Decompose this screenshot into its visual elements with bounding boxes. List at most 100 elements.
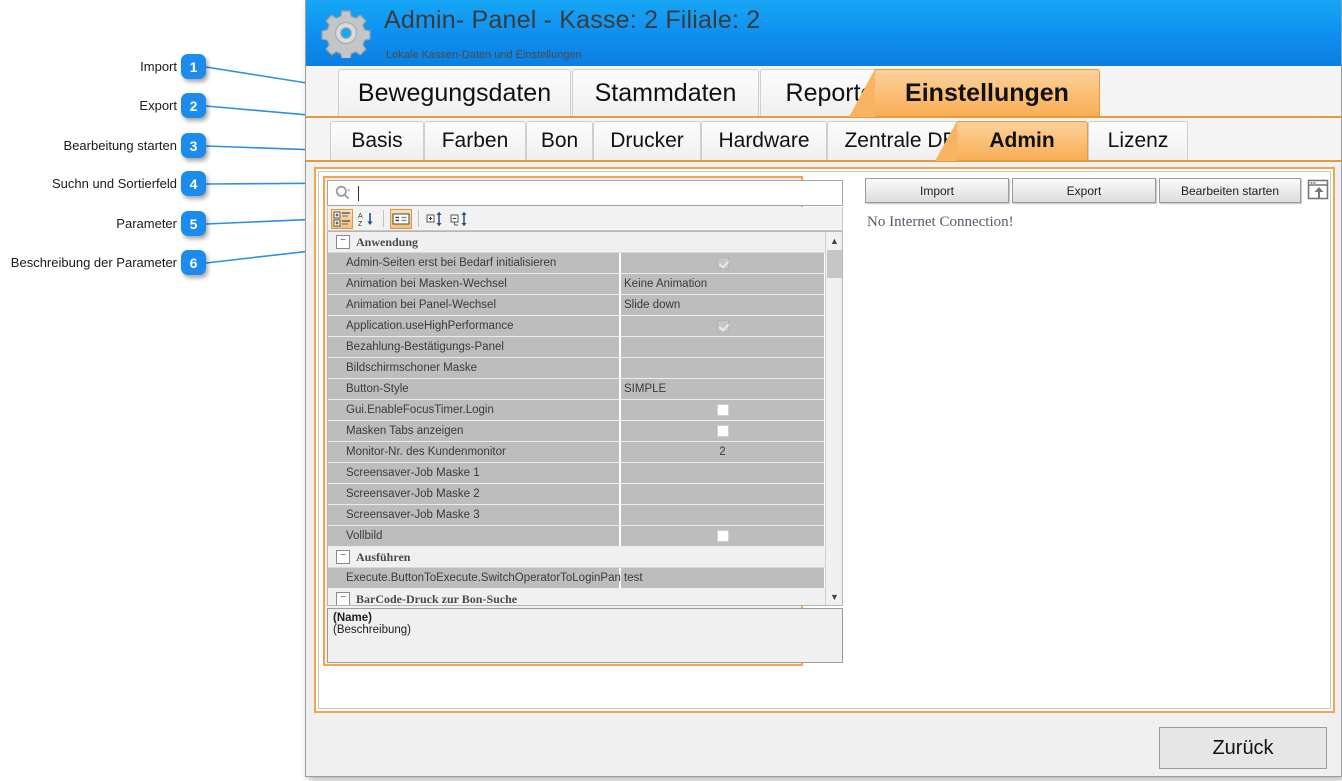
gear-icon xyxy=(321,10,371,58)
tab-lizenz[interactable]: Lizenz xyxy=(1088,121,1188,160)
property-value[interactable]: test xyxy=(621,568,824,588)
status-message: No Internet Connection! xyxy=(867,214,1014,230)
property-row[interactable]: Screensaver-Job Maske 3 xyxy=(328,505,826,526)
callout-label-3: Bearbeitung starten xyxy=(63,138,177,153)
tab-drucker[interactable]: Drucker xyxy=(593,121,701,160)
admin-panel-window: Admin- Panel - Kasse: 2 Filiale: 2 Lokal… xyxy=(305,0,1342,777)
property-category-label: Anwendung xyxy=(356,234,419,249)
button-label: Zurück xyxy=(1212,736,1274,759)
property-value[interactable]: SIMPLE xyxy=(621,379,824,399)
property-description-pane: (Name) (Beschreibung) xyxy=(327,608,843,663)
tab-basis[interactable]: Basis xyxy=(330,121,424,160)
property-name: Execute.ButtonToExecute.SwitchOperatorTo… xyxy=(328,568,630,588)
property-category-row[interactable]: − BarCode-Druck zur Bon-Suche xyxy=(328,589,826,605)
tab-admin[interactable]: Admin xyxy=(935,121,1088,161)
property-grid-rows: − Anwendung Admin-Seiten erst bei Bedarf i… xyxy=(328,232,826,605)
property-value[interactable] xyxy=(621,316,824,336)
tab-farben[interactable]: Farben xyxy=(424,121,526,160)
property-row[interactable]: Animation bei Panel-Wechsel Slide down xyxy=(328,295,826,316)
property-name: Vollbild xyxy=(328,526,621,546)
categorized-view-button[interactable] xyxy=(331,208,353,229)
checkbox-checked[interactable] xyxy=(716,320,729,332)
property-row[interactable]: Application.useHighPerformance xyxy=(328,316,826,337)
window-titlebar: Admin- Panel - Kasse: 2 Filiale: 2 Lokal… xyxy=(306,0,1341,66)
tab-label: Stammdaten xyxy=(594,78,737,107)
action-button-bar: Import Export Bearbeiten starten xyxy=(865,178,1329,204)
property-row[interactable]: Admin-Seiten erst bei Bedarf initialisie… xyxy=(328,253,826,274)
property-name: Application.useHighPerformance xyxy=(328,316,621,336)
property-value[interactable]: 2 xyxy=(621,442,824,462)
property-pages-button[interactable] xyxy=(390,208,412,229)
property-row[interactable]: Monitor-Nr. des Kundenmonitor 2 xyxy=(328,442,826,463)
text-caret xyxy=(358,185,359,201)
collapse-all-button[interactable] xyxy=(449,209,471,229)
property-row[interactable]: Bildschirmschoner Maske xyxy=(328,358,826,379)
callout-badge-2: 2 xyxy=(181,93,206,118)
collapse-all-icon xyxy=(450,211,467,226)
property-row[interactable]: Execute.ButtonToExecute.SwitchOperatorTo… xyxy=(328,568,826,589)
property-value[interactable] xyxy=(621,400,824,420)
settings-content-inner: A Z − Anwendung Admin-Seiten erst bei Be… xyxy=(318,171,1331,709)
tab-bewegungsdaten[interactable]: Bewegungsdaten xyxy=(338,69,571,116)
tab-hardware[interactable]: Hardware xyxy=(701,121,827,160)
callout-badge-6: 6 xyxy=(181,250,206,275)
tab-stammdaten[interactable]: Stammdaten xyxy=(572,69,759,116)
expand-all-icon xyxy=(426,211,442,226)
property-row[interactable]: Animation bei Masken-Wechsel Keine Animat… xyxy=(328,274,826,295)
property-pages-icon xyxy=(392,213,410,224)
property-row[interactable]: Screensaver-Job Maske 2 xyxy=(328,484,826,505)
property-name: Screensaver-Job Maske 3 xyxy=(328,505,621,525)
import-button[interactable]: Import xyxy=(865,178,1009,203)
zurueck-button[interactable]: Zurück xyxy=(1159,727,1327,769)
property-category-label: Ausführen xyxy=(356,549,411,564)
alphabetical-sort-button[interactable]: A Z xyxy=(355,209,377,229)
callout-label-6: Beschreibung der Parameter xyxy=(10,255,177,270)
callout-badge-5: 5 xyxy=(181,211,206,236)
checkbox-unchecked[interactable] xyxy=(716,425,729,437)
property-value[interactable] xyxy=(621,505,824,525)
bearbeiten-starten-button[interactable]: Bearbeiten starten xyxy=(1159,178,1301,203)
tab-label: Lizenz xyxy=(1107,129,1169,152)
property-row[interactable]: Button-Style SIMPLE xyxy=(328,379,826,400)
collapse-category-icon[interactable]: − xyxy=(336,550,350,564)
property-name: Animation bei Panel-Wechsel xyxy=(328,295,621,315)
property-row[interactable]: Masken Tabs anzeigen xyxy=(328,421,826,442)
property-row[interactable]: Gui.EnableFocusTimer.Login xyxy=(328,400,826,421)
property-value[interactable] xyxy=(621,253,824,273)
tab-bon[interactable]: Bon xyxy=(526,121,593,160)
export-button[interactable]: Export xyxy=(1012,178,1156,203)
settings-content-frame: A Z − Anwendung Admin-Seiten erst bei Be… xyxy=(314,167,1335,713)
property-grid[interactable]: − Anwendung Admin-Seiten erst bei Bedarf i… xyxy=(327,231,843,606)
property-category-row[interactable]: − Anwendung xyxy=(328,232,826,253)
collapse-category-icon[interactable]: − xyxy=(336,235,350,249)
property-row[interactable]: Screensaver-Job Maske 1 xyxy=(328,463,826,484)
property-value[interactable] xyxy=(621,358,824,378)
button-label: Import xyxy=(919,183,954,198)
property-row[interactable]: Bezahlung-Bestätigungs-Panel xyxy=(328,337,826,358)
property-value[interactable] xyxy=(621,484,824,504)
search-input[interactable] xyxy=(327,180,843,206)
collapse-category-icon[interactable]: − xyxy=(336,592,350,605)
property-value[interactable] xyxy=(621,337,824,357)
checkbox-unchecked[interactable] xyxy=(716,404,729,416)
scrollbar-thumb[interactable] xyxy=(827,250,842,278)
callout-label-5: Parameter xyxy=(116,216,177,231)
property-row[interactable]: Vollbild xyxy=(328,526,826,547)
expand-all-button[interactable] xyxy=(425,209,447,229)
property-value[interactable]: Slide down xyxy=(621,295,824,315)
property-value[interactable] xyxy=(621,526,824,546)
window-popout-icon[interactable] xyxy=(1306,178,1330,202)
property-grid-scrollbar[interactable]: ▲ ▼ xyxy=(825,232,842,605)
button-label: Export xyxy=(1066,183,1102,198)
property-value[interactable] xyxy=(621,463,824,483)
checkbox-unchecked[interactable] xyxy=(716,530,729,542)
property-name: Masken Tabs anzeigen xyxy=(328,421,621,441)
checkbox-checked[interactable] xyxy=(716,257,729,269)
property-value[interactable] xyxy=(621,421,824,441)
scroll-up-button[interactable]: ▲ xyxy=(826,232,842,249)
property-value[interactable]: Keine Animation xyxy=(621,274,824,294)
tab-einstellungen[interactable]: Einstellungen xyxy=(849,69,1100,117)
property-category-row[interactable]: − Ausführen xyxy=(328,547,826,568)
scroll-down-button[interactable]: ▼ xyxy=(826,588,842,605)
callout-badge-3: 3 xyxy=(181,133,206,158)
